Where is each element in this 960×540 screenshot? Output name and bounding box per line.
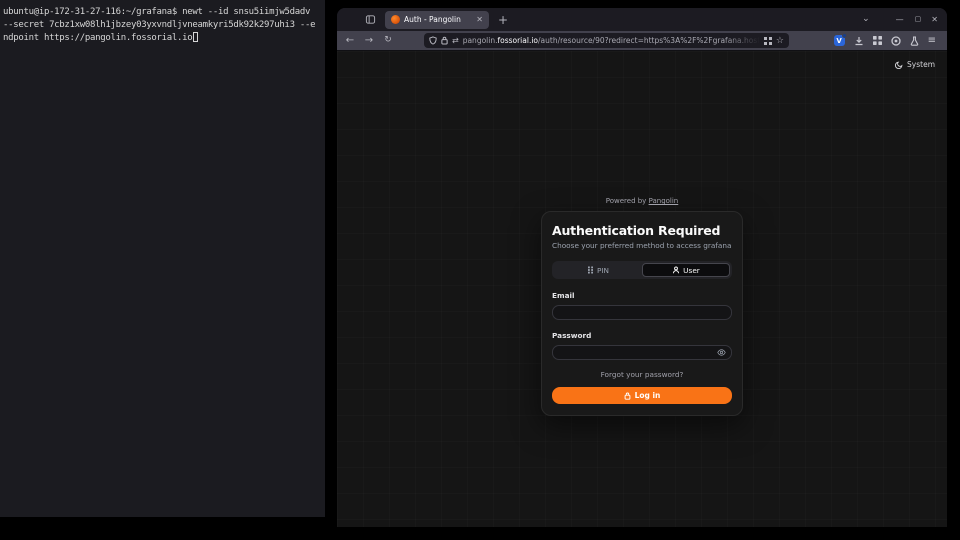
- card-subtitle: Choose your preferred method to access g…: [552, 241, 732, 250]
- password-manager-extension-icon[interactable]: V: [834, 35, 845, 46]
- firefox-view-icon[interactable]: [363, 13, 378, 27]
- tab-bar: Auth - Pangolin ✕ + ⌄ — ▢ ✕: [337, 8, 947, 31]
- toolbar-icons: V: [834, 35, 936, 46]
- navigation-bar: ← → ↻ ⇄ pangolin.fossorial.io/auth/resou…: [337, 31, 947, 51]
- bookmark-star-icon[interactable]: ☆: [776, 36, 784, 46]
- card-title: Authentication Required: [552, 223, 732, 238]
- minimize-button[interactable]: —: [896, 16, 904, 24]
- shortcuts-grid-icon[interactable]: [764, 37, 772, 45]
- password-input[interactable]: [552, 345, 732, 360]
- tab-pin-label: PIN: [597, 266, 609, 275]
- maximize-button[interactable]: ▢: [915, 16, 922, 23]
- desktop: ubuntu@ip-172-31-27-116:~/grafana$ newt …: [0, 0, 960, 540]
- record-circle-icon[interactable]: [891, 36, 901, 46]
- auth-method-toggle: PIN User: [552, 261, 732, 279]
- tab-pin[interactable]: PIN: [554, 263, 642, 277]
- pangolin-link[interactable]: Pangolin: [649, 197, 679, 205]
- forgot-password-link[interactable]: Forgot your password?: [552, 370, 732, 379]
- tab-close-icon[interactable]: ✕: [476, 16, 483, 24]
- back-button[interactable]: ←: [344, 36, 356, 46]
- close-window-button[interactable]: ✕: [931, 16, 938, 24]
- theme-label: System: [907, 60, 935, 69]
- menu-icon[interactable]: ≡: [928, 36, 936, 46]
- lock-icon[interactable]: [441, 36, 448, 45]
- shield-icon[interactable]: [429, 36, 437, 45]
- url-domain-prefix: pangolin.: [463, 36, 498, 45]
- url-bar[interactable]: ⇄ pangolin.fossorial.io/auth/resource/90…: [424, 33, 789, 48]
- tab-user-label: User: [683, 266, 700, 275]
- pangolin-auth-page: System Powered by Pangolin Authenticatio…: [337, 51, 947, 527]
- list-tabs-chevron-icon[interactable]: ⌄: [862, 15, 870, 24]
- login-button[interactable]: Log in: [552, 387, 732, 404]
- tab-auth-pangolin[interactable]: Auth - Pangolin ✕: [385, 11, 489, 29]
- download-icon[interactable]: [854, 36, 864, 46]
- password-label: Password: [552, 331, 732, 340]
- user-icon: [672, 266, 680, 274]
- extensions-grid-icon[interactable]: [873, 36, 882, 45]
- login-label: Log in: [635, 391, 661, 400]
- email-input[interactable]: [552, 305, 732, 320]
- theme-moon-icon: [895, 61, 903, 69]
- terminal-window[interactable]: ubuntu@ip-172-31-27-116:~/grafana$ newt …: [0, 0, 325, 517]
- eye-icon[interactable]: [717, 348, 726, 357]
- terminal-line: ubuntu@ip-172-31-27-116:~/grafana$ newt …: [3, 6, 322, 19]
- email-label: Email: [552, 291, 732, 300]
- auth-card: Authentication Required Choose your pref…: [541, 211, 743, 416]
- tab-user[interactable]: User: [642, 263, 730, 277]
- reload-button[interactable]: ↻: [382, 36, 394, 45]
- pangolin-favicon-icon: [391, 15, 400, 24]
- theme-selector[interactable]: System: [895, 60, 935, 69]
- extension-badge: [842, 33, 847, 38]
- tab-title: Auth - Pangolin: [404, 15, 472, 24]
- url-text[interactable]: pangolin.fossorial.io/auth/resource/90?r…: [463, 36, 760, 45]
- terminal-line: --secret 7cbz1xw08lh1jbzey03yxvndljvneam…: [3, 19, 322, 32]
- forward-button[interactable]: →: [363, 36, 375, 46]
- auth-column: Powered by Pangolin Authentication Requi…: [541, 197, 743, 416]
- pin-keypad-icon: [587, 266, 594, 274]
- terminal-line: ndpoint https://pangolin.fossorial.io: [3, 32, 322, 45]
- terminal-cursor: [193, 32, 198, 42]
- redirect-arrows-icon[interactable]: ⇄: [452, 36, 459, 45]
- extension-letter: V: [836, 37, 841, 45]
- browser-window: Auth - Pangolin ✕ + ⌄ — ▢ ✕ ← → ↻: [337, 8, 947, 527]
- powered-by: Powered by Pangolin: [541, 197, 743, 205]
- powered-by-text: Powered by: [606, 197, 647, 205]
- url-path: /auth/resource/90?redirect=https%3A%2F%2…: [538, 36, 760, 45]
- terminal-line-text: ndpoint https://pangolin.fossorial.io: [3, 33, 192, 43]
- flask-icon[interactable]: [910, 36, 919, 46]
- login-lock-icon: [624, 392, 631, 400]
- new-tab-button[interactable]: +: [498, 14, 508, 26]
- url-domain: fossorial.io: [497, 36, 538, 45]
